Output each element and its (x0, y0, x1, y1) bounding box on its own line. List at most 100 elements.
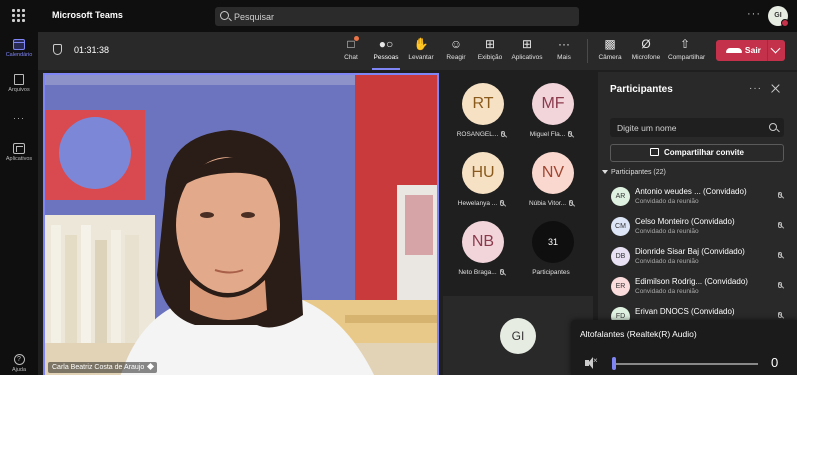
participant-search-box[interactable] (610, 118, 784, 137)
speaker-name: Carla Beatriz Costa de Araujo (52, 364, 145, 371)
camera-label: Câmera (598, 54, 622, 61)
leave-label: Sair (744, 45, 761, 55)
participant-row[interactable]: ER Edimilson Rodrig... (Convidado) Convi… (598, 273, 797, 303)
search-icon (220, 11, 229, 20)
participants-section-header[interactable]: Participantes (22) (602, 169, 666, 176)
people-button[interactable]: ●○ Pessoas (369, 37, 403, 70)
mic-off-icon (500, 200, 505, 206)
participant-role: Convidado da reunião (635, 258, 699, 265)
participant-avatar: CM (611, 217, 630, 236)
rail-item-files[interactable]: Arquivos (0, 74, 38, 93)
pin-icon[interactable] (147, 362, 155, 371)
participant-search-input[interactable] (617, 121, 757, 134)
hang-up-icon (726, 48, 742, 53)
leave-main[interactable]: Sair (716, 40, 767, 61)
raise-hand-button[interactable]: ✋ Levantar (404, 37, 438, 61)
react-button[interactable]: ☺ Reagir (439, 37, 473, 61)
rail-item-calendar[interactable]: Calendário (0, 39, 38, 58)
mic-off-icon (778, 252, 782, 258)
left-rail: Calendário Arquivos ··· Aplicativos ? Aj… (0, 32, 38, 375)
participant-count: 31 (532, 221, 574, 263)
volume-slider-thumb[interactable] (612, 357, 616, 370)
toolbar-divider (587, 39, 588, 63)
share-icon (649, 148, 659, 156)
audio-device-name: Altofalantes (Realtek(R) Audio) (580, 329, 697, 339)
react-icon: ☺ (449, 37, 463, 51)
participant-avatar: RT (462, 83, 504, 125)
search-input[interactable] (234, 9, 564, 24)
file-icon (14, 74, 24, 85)
more-participants-label: Participantes (532, 269, 570, 276)
participant-avatar: ER (611, 277, 630, 296)
participant-row[interactable]: CM Celso Monteiro (Convidado) Convidado … (598, 213, 797, 243)
microphone-button[interactable]: Ø Microfone (629, 37, 663, 61)
participant-avatar: NV (532, 152, 574, 194)
mic-off-icon (778, 222, 782, 228)
share-invite-button[interactable]: Compartilhar convite (610, 144, 784, 162)
panel-title: Participantes (610, 84, 673, 95)
user-avatar[interactable]: GI (768, 6, 789, 27)
user-initials: GI (774, 12, 782, 19)
participant-name: Miguel Fla... (529, 131, 566, 138)
leave-button[interactable]: Sair (716, 40, 785, 61)
mic-off-icon: Ø (641, 37, 651, 51)
participant-tile[interactable]: NV Núbia Vitor... (518, 142, 588, 208)
speaker-name-tag: Carla Beatriz Costa de Araujo (48, 362, 158, 373)
mute-x-icon: × (593, 356, 598, 365)
rail-item-apps[interactable]: Aplicativos (0, 143, 38, 162)
participant-role: Convidado da reunião (635, 198, 699, 205)
apps-button[interactable]: ⊞ Aplicativos (510, 37, 544, 61)
participant-row[interactable]: DB Dionride Sisar Baj (Convidado) Convid… (598, 243, 797, 273)
raise-hand-label: Levantar (408, 54, 434, 61)
participant-tile[interactable]: MF Miguel Fla... (518, 73, 588, 139)
chevron-down-icon[interactable] (770, 43, 781, 54)
participant-row[interactable]: AR Antonio weudes ... (Convidado) Convid… (598, 183, 797, 213)
close-icon[interactable] (770, 84, 780, 94)
participant-tile[interactable]: HU Hewelanya ... (448, 142, 518, 208)
rail-item-help[interactable]: ? Ajuda (0, 354, 38, 373)
caret-down-icon (602, 170, 608, 174)
leave-divider (767, 40, 768, 61)
panel-more-icon[interactable]: ··· (749, 83, 762, 94)
participant-name: ROSANGEL... (456, 131, 499, 138)
participant-avatar: DB (611, 247, 630, 266)
view-icon: ⊞ (484, 37, 496, 51)
speaker-muted-icon[interactable] (585, 357, 593, 369)
participant-avatar: AR (611, 187, 630, 206)
participant-name: Hewelanya ... (457, 200, 498, 207)
view-button[interactable]: ⊞ Exibição (473, 37, 507, 61)
camera-button[interactable]: ▩ Câmera (593, 37, 627, 61)
mic-off-icon (778, 312, 782, 318)
app-launcher-icon[interactable] (12, 9, 25, 22)
mic-off-icon (501, 131, 506, 137)
app-title: Microsoft Teams (52, 10, 123, 20)
participant-tile[interactable]: RT ROSANGEL... (448, 73, 518, 139)
more-button[interactable]: ··· Mais (547, 37, 581, 61)
share-label: Compartilhar (668, 54, 706, 61)
view-label: Exibição (477, 54, 503, 61)
participant-name: Antonio weudes ... (Convidado) (635, 187, 747, 196)
participant-name: Núbia Vitor... (528, 200, 567, 207)
more-options-icon[interactable]: ··· (747, 8, 761, 20)
search-box[interactable] (215, 7, 579, 26)
share-invite-label: Compartilhar convite (663, 148, 744, 157)
camera-off-icon: ▩ (604, 37, 616, 51)
share-icon: ⇧ (679, 37, 691, 51)
teams-window: Microsoft Teams ··· GI Calendário Arquiv… (0, 0, 797, 375)
participant-tile[interactable]: NB Neto Braga... (448, 211, 518, 277)
title-bar: Microsoft Teams ··· GI (0, 0, 797, 32)
participant-role: Convidado da reunião (635, 228, 699, 235)
rail-item-label: Ajuda (11, 367, 27, 373)
add-apps-icon: ⊞ (521, 37, 533, 51)
microphone-label: Microfone (631, 54, 661, 61)
people-label: Pessoas (373, 54, 399, 61)
meeting-toolbar: 01:31:38 □ Chat ●○ Pessoas ✋ Levantar ☺ … (38, 32, 797, 70)
chat-button[interactable]: □ Chat (334, 36, 368, 61)
share-button[interactable]: ⇧ Compartilhar (668, 37, 706, 61)
main-video-tile[interactable]: Carla Beatriz Costa de Araujo (43, 73, 439, 375)
self-avatar: GI (500, 318, 536, 354)
volume-slider[interactable] (614, 363, 758, 365)
rail-more-icon[interactable]: ··· (0, 113, 38, 123)
volume-value: 0 (771, 355, 779, 370)
more-participants-tile[interactable]: 31 Participantes (518, 211, 588, 277)
